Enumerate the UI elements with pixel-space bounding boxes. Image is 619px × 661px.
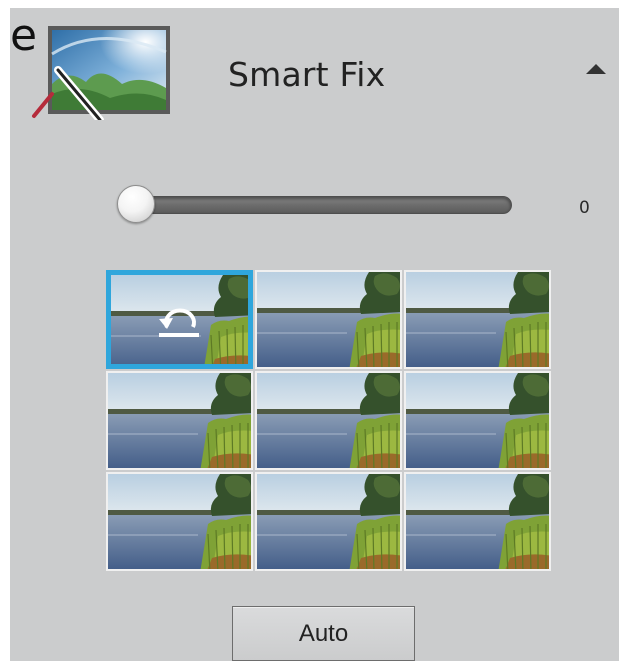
variation-thumbnail-grid <box>106 270 553 574</box>
smart-fix-panel-root: e Smart Fix 0 Auto <box>0 0 619 661</box>
collapse-button[interactable] <box>580 56 612 82</box>
lake-scene-image <box>257 373 400 468</box>
lake-scene-image <box>257 474 400 569</box>
lake-scene-image <box>406 373 549 468</box>
slider-thumb[interactable] <box>117 185 155 223</box>
variation-thumbnail[interactable] <box>255 472 402 571</box>
lake-scene-image <box>257 272 400 367</box>
variation-thumbnail[interactable] <box>255 270 402 369</box>
slider-value: 0 <box>579 198 590 218</box>
triangle-up-icon <box>586 64 606 74</box>
lake-scene-image <box>406 474 549 569</box>
panel-title: Smart Fix <box>228 55 386 94</box>
auto-button[interactable]: Auto <box>232 606 415 661</box>
variation-thumbnail[interactable] <box>404 472 551 571</box>
smart-fix-icon <box>30 24 170 124</box>
variation-thumbnail[interactable] <box>106 270 253 369</box>
smart-fix-panel: e Smart Fix 0 Auto <box>10 8 619 661</box>
variation-thumbnail[interactable] <box>404 371 551 470</box>
variation-thumbnail[interactable] <box>404 270 551 369</box>
lake-scene-image <box>108 373 251 468</box>
slider-track[interactable] <box>126 196 512 214</box>
lake-scene-image <box>108 474 251 569</box>
reset-icon <box>159 308 199 337</box>
lake-scene-image <box>406 272 549 367</box>
variation-thumbnail[interactable] <box>255 371 402 470</box>
variation-thumbnail[interactable] <box>106 371 253 470</box>
variation-thumbnail[interactable] <box>106 472 253 571</box>
smart-fix-slider[interactable] <box>116 184 516 226</box>
